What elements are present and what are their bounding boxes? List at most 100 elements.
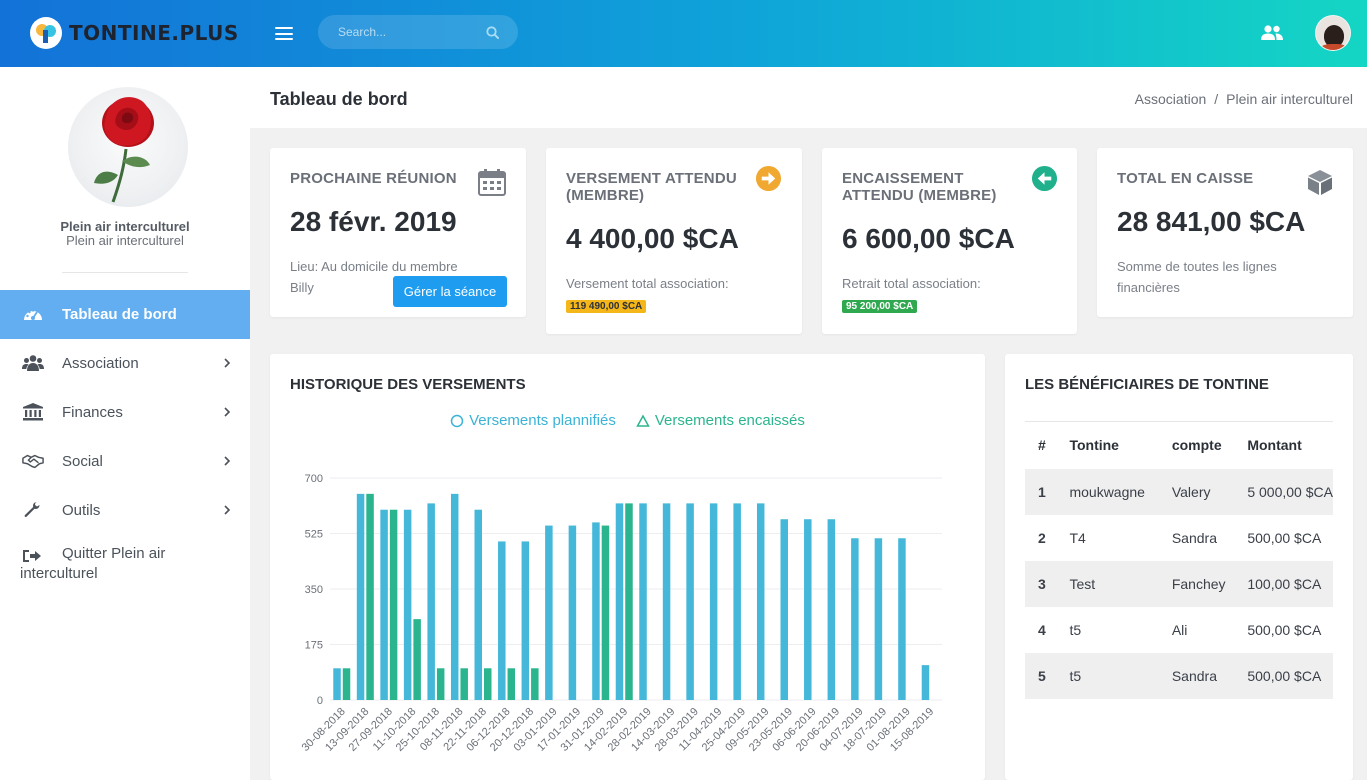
bar-planned (450, 493, 459, 700)
table-row[interactable]: 5 t5 Sandra 500,00 $CA (1025, 652, 1333, 699)
top-navbar: TONTINE.PLUS (0, 0, 1367, 67)
bar-planned (545, 525, 553, 700)
chevron-right-icon (224, 456, 231, 466)
sidebar-item-social[interactable]: Social (0, 437, 250, 486)
expected-cash-value: 6 600,00 $CA (842, 223, 1015, 254)
card-label: PROCHAINE RÉUNION (290, 170, 457, 187)
sidebar-item-finances[interactable]: Finances (0, 388, 250, 437)
table-row[interactable]: 4 t5 Ali 500,00 $CA (1025, 607, 1333, 653)
expected-cash-total: 95 200,00 $CA (842, 296, 918, 314)
bar-cashed (413, 619, 421, 700)
beneficiaries-card: LES BÉNÉFICIAIRES DE TONTINE # Tontine c… (1005, 354, 1353, 780)
chevron-right-icon (224, 505, 231, 515)
breadcrumb-association[interactable]: Association (1135, 91, 1207, 107)
sidebar-item-label: Association (62, 355, 139, 372)
table-row[interactable]: 2 T4 Sandra 500,00 $CA (1025, 515, 1333, 561)
bar-cashed (531, 668, 539, 700)
sidebar-item-association[interactable]: Association (0, 339, 250, 388)
meeting-location-line1: Lieu: Au domicile du membre (290, 259, 458, 274)
total-withdrawal-badge: 95 200,00 $CA (842, 300, 918, 313)
card-label-line2: (MEMBRE) (566, 187, 645, 204)
bar-planned (780, 519, 788, 700)
table-cell: Sandra (1171, 652, 1248, 699)
page-header: Tableau de bord Association / Plein air … (250, 67, 1367, 128)
brand[interactable]: TONTINE.PLUS (30, 17, 239, 49)
table-cell: t5 (1069, 652, 1172, 699)
bar-planned (756, 503, 765, 700)
column-header-account: compte (1171, 421, 1248, 469)
user-avatar[interactable] (1315, 15, 1351, 51)
table-cell: moukwagne (1069, 468, 1172, 515)
table-cell: 100,00 $CA (1247, 560, 1333, 607)
bar-planned (498, 541, 506, 700)
sidebar-item-label: Tableau de bord (62, 306, 177, 323)
table-cell: 500,00 $CA (1247, 621, 1322, 638)
breadcrumb-separator: / (1214, 91, 1219, 107)
arrow-right-circle-icon (755, 165, 782, 192)
y-tick-label: 175 (305, 640, 323, 652)
y-tick-label: 700 (305, 473, 323, 485)
users-icon[interactable] (1260, 24, 1284, 42)
bar-planned (380, 509, 388, 700)
bar-cashed (625, 503, 633, 700)
bar-planned (827, 519, 836, 700)
bar-planned (639, 503, 647, 700)
divider (62, 272, 188, 273)
sidebar-item-tableau-de-bord[interactable]: Tableau de bord (0, 290, 250, 339)
column-header-number: # (1025, 421, 1070, 469)
chevron-right-icon (224, 407, 231, 417)
column-header-amount: Montant (1247, 421, 1333, 469)
wrench-icon (24, 502, 40, 517)
card-label-line2: ATTENDU (MEMBRE) (842, 187, 997, 204)
organization-photo (68, 87, 188, 207)
bar-cashed (342, 668, 351, 700)
total-cash-sub-line2: financières (1117, 280, 1180, 295)
bar-planned (592, 522, 600, 700)
next-meeting-card: PROCHAINE RÉUNION 28 févr. 2019 Lieu: Au… (270, 148, 526, 317)
table-row[interactable]: 3 Test Fanchey 100,00 $CA (1025, 560, 1333, 607)
bar-planned (686, 503, 694, 700)
expected-cash-sub: Retrait total association: (842, 276, 981, 291)
meeting-date: 28 févr. 2019 (290, 206, 457, 237)
manage-session-button[interactable]: Gérer la séance (393, 276, 507, 307)
table-cell: 1 (1025, 468, 1070, 515)
y-tick-label: 350 (305, 584, 323, 596)
beneficiaries-table: # Tontine compte Montant 1 moukwagne Valer… (1025, 421, 1333, 699)
sidebar-item-quit[interactable]: Quitter Plein air interculturel (0, 535, 250, 593)
y-tick-label: 525 (305, 529, 323, 541)
total-cash-sub-line1: Somme de toutes les lignes (1117, 259, 1277, 274)
expected-payment-sub: Versement total association: (566, 276, 729, 291)
expected-payment-card: VERSEMENT ATTENDU (MEMBRE) 4 400,00 $CA … (546, 148, 802, 334)
table-cell: Sandra (1171, 529, 1217, 546)
expected-payment-value: 4 400,00 $CA (566, 223, 739, 254)
bar-planned (615, 503, 624, 700)
bar-planned (874, 538, 883, 700)
bar-planned (568, 525, 577, 700)
bar-planned (898, 538, 906, 700)
table-row[interactable]: 1 moukwagne Valery 5 000,00 $CA (1025, 468, 1333, 515)
rose-image (94, 97, 154, 203)
search-icon[interactable] (486, 26, 499, 39)
total-cash-sub: Somme de toutes les lignes financières (1117, 256, 1277, 298)
table-cell: t5 (1069, 621, 1082, 638)
bar-cashed (366, 493, 374, 700)
card-label: ENCAISSEMENT ATTENDU (MEMBRE) (842, 170, 997, 204)
y-tick-label: 0 (317, 695, 323, 707)
total-association-badge: 119 490,00 $CA (566, 300, 647, 313)
menu-toggle-icon[interactable] (275, 27, 293, 40)
sidebar: Plein air interculturel Plein air interc… (0, 67, 250, 780)
payments-history-card: HISTORIQUE DES VERSEMENTS Versements pla… (270, 354, 985, 780)
organization-subtitle: Plein air interculturel (66, 233, 184, 248)
users-icon (22, 355, 44, 371)
bar-planned (356, 493, 365, 700)
bar-planned (709, 503, 718, 700)
breadcrumb: Association / Plein air interculturel (1135, 91, 1353, 107)
sidebar-item-outils[interactable]: Outils (0, 486, 250, 535)
bar-cashed (507, 668, 516, 700)
table-cell: 3 (1025, 560, 1070, 607)
table-cell: T4 (1069, 529, 1086, 546)
table-cell: Fanchey (1171, 560, 1248, 607)
dashboard-icon (24, 309, 42, 320)
bar-planned (521, 541, 530, 700)
quit-label-line2: interculturel (20, 565, 98, 582)
